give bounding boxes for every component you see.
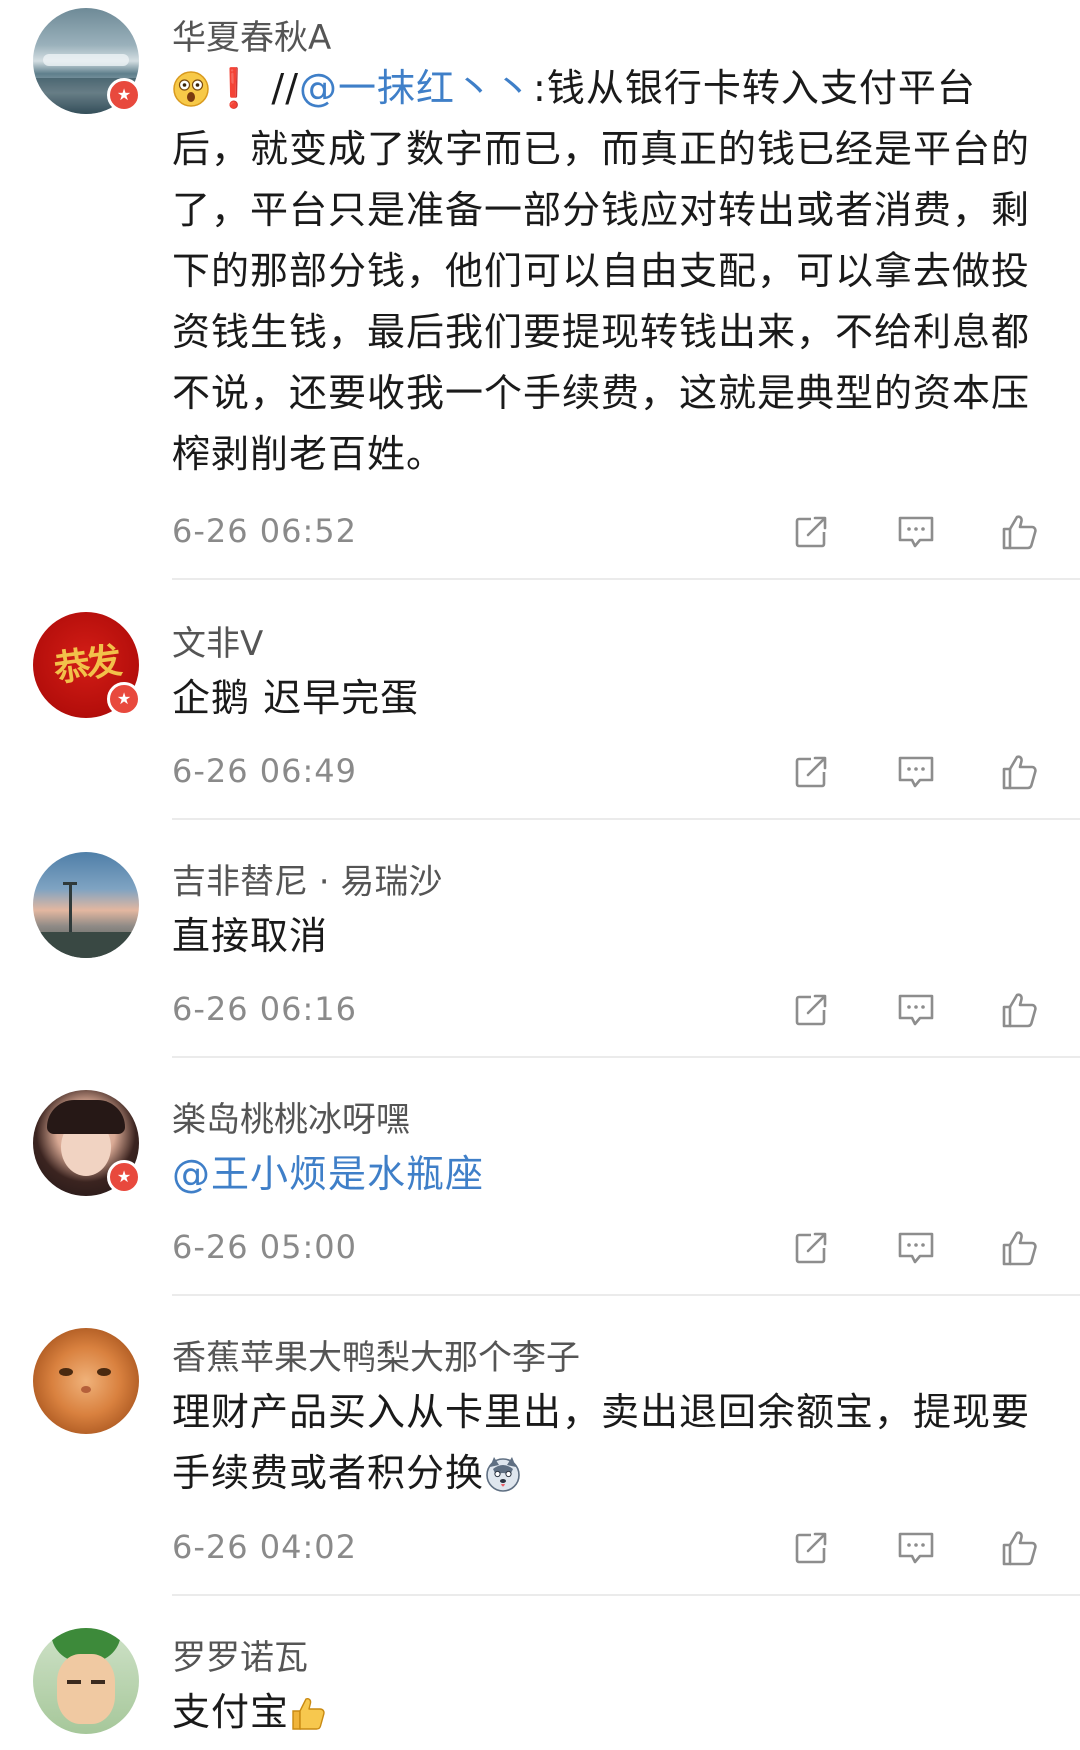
avatar[interactable]: ★ — [33, 1090, 141, 1196]
avatar[interactable]: ★ — [33, 8, 141, 114]
thumbs-up-icon[interactable] — [994, 747, 1044, 797]
timestamp: 6-26 06:16 — [172, 990, 358, 1028]
comment-icon[interactable] — [891, 747, 941, 797]
timestamp: 6-26 06:49 — [172, 752, 358, 790]
avatar[interactable] — [33, 1328, 139, 1434]
thumbs-up-icon[interactable] — [994, 1523, 1044, 1573]
share-icon[interactable] — [786, 985, 836, 1035]
comment-actions — [780, 1523, 1050, 1573]
username[interactable]: 香蕉苹果大鸭梨大那个李子 — [172, 1330, 580, 1379]
timestamp: 6-26 05:00 — [172, 1228, 358, 1266]
comment-icon[interactable] — [891, 1223, 941, 1273]
thumbs-up-icon[interactable] — [994, 507, 1044, 557]
comment-text: ❗️ //@一抹红丶丶:钱从银行卡转入支付平台后，就变成了数字而已，而真正的钱已… — [172, 58, 1052, 485]
avatar-logo-text: 恭发 — [51, 639, 121, 691]
comment-body: 直接取消 — [172, 914, 329, 958]
divider — [172, 818, 1080, 820]
mention-link[interactable]: @一抹红丶丶 — [299, 66, 533, 110]
divider — [172, 1056, 1080, 1058]
verified-badge-icon: ★ — [107, 1160, 141, 1194]
comment-icon[interactable] — [891, 985, 941, 1035]
comment-actions — [780, 747, 1050, 797]
divider — [172, 1594, 1080, 1596]
verified-badge-icon: ★ — [107, 78, 141, 112]
username[interactable]: 吉非替尼 · 易瑞沙 — [172, 854, 442, 903]
share-icon[interactable] — [786, 507, 836, 557]
comment-actions — [780, 507, 1050, 557]
shocked-face-icon — [173, 71, 209, 107]
mention-link[interactable]: @王小烦是水瓶座 — [172, 1144, 484, 1205]
verified-badge-icon: ★ — [107, 682, 141, 716]
username[interactable]: 文非V — [172, 616, 263, 665]
username[interactable]: 华夏春秋A — [172, 10, 331, 59]
husky-dog-emoji-icon — [486, 1457, 520, 1492]
comment-actions — [780, 985, 1050, 1035]
username[interactable]: 楽岛桃桃冰呀嘿 — [172, 1092, 410, 1141]
timestamp: 6-26 04:02 — [172, 1528, 358, 1566]
comment-body: 企鹅 迟早完蛋 — [172, 676, 420, 720]
share-icon[interactable] — [786, 1523, 836, 1573]
comment-body: 理财产品买入从卡里出，卖出退回余额宝，提现要手续费或者积分换 — [172, 1390, 1031, 1495]
comment-text: 理财产品买入从卡里出，卖出退回余额宝，提现要手续费或者积分换 — [172, 1382, 1052, 1504]
share-icon[interactable] — [786, 1223, 836, 1273]
content-prefix: ❗️ // — [210, 66, 299, 110]
share-icon[interactable] — [786, 747, 836, 797]
comment-body: :钱从银行卡转入支付平台后，就变成了数字而已，而真正的钱已经是平台的了，平台只是… — [172, 66, 1031, 476]
avatar[interactable] — [33, 852, 139, 958]
divider — [172, 578, 1080, 580]
comment-icon[interactable] — [891, 1523, 941, 1573]
thumbs-up-icon[interactable] — [994, 985, 1044, 1035]
avatar[interactable] — [33, 1628, 139, 1734]
thumbs-up-icon[interactable] — [994, 1223, 1044, 1273]
username[interactable]: 罗罗诺瓦 — [172, 1630, 308, 1679]
comment-icon[interactable] — [891, 507, 941, 557]
avatar[interactable]: 恭发 ★ — [33, 612, 141, 718]
comment-body: 支付宝 — [172, 1690, 290, 1734]
thumbs-up-emoji-icon — [292, 1698, 325, 1730]
comment-actions — [780, 1223, 1050, 1273]
comment-text: 支付宝 — [172, 1682, 1052, 1743]
timestamp: 6-26 06:52 — [172, 512, 358, 550]
divider — [172, 1294, 1080, 1296]
